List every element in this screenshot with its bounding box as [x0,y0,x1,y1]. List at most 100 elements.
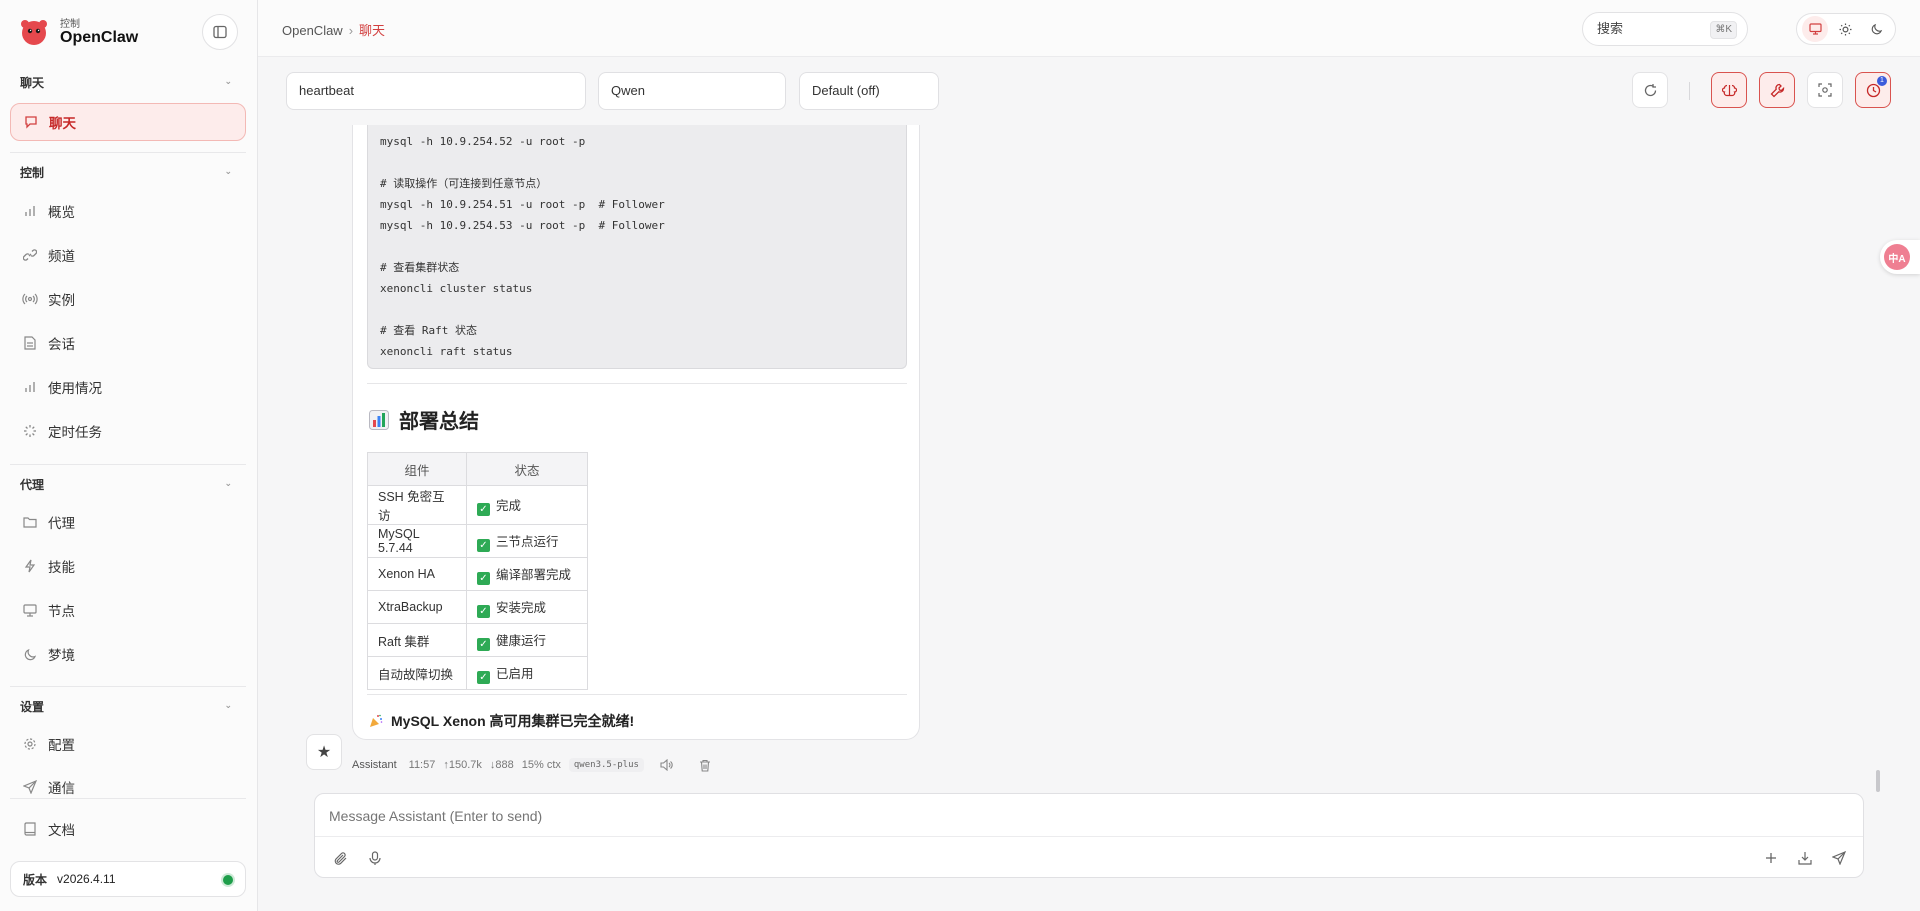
sidebar-item-agents[interactable]: 代理 [10,503,246,541]
theme-switcher [1796,13,1896,45]
table-cell: SSH 免密互访 [367,485,467,525]
party-popper-icon [370,714,383,727]
summary-heading: 部署总结 [369,405,479,434]
refresh-icon [1644,83,1656,96]
radio-icon [22,291,38,307]
new-session-button[interactable] [1759,846,1783,870]
model-select[interactable]: Qwen [598,72,786,110]
brand-name: OpenClaw [60,29,139,46]
table-cell: ✓ 已启用 [466,656,588,690]
checkmark-icon: ✓ [477,502,490,516]
gear-icon [22,736,38,752]
assistant-avatar: ★ [306,734,342,770]
section-chat[interactable]: 聊天 ⌄ [20,74,238,92]
version-value: v2026.4.11 [57,872,116,886]
microphone-icon [369,850,381,865]
status-text: 编译部署完成 [496,567,572,582]
sidebar-item-nodes[interactable]: 节点 [10,591,246,629]
sidebar-item-dreams[interactable]: 梦境 [10,635,246,673]
sidebar-item-docs[interactable]: 文档 [10,810,246,848]
table-header-component: 组件 [367,452,467,486]
version-indicator: 版本 v2026.4.11 [10,861,246,897]
notification-badge: 1 [1877,76,1887,86]
theme-dark-button[interactable] [1864,16,1890,42]
status-text: 已启用 [496,666,534,681]
section-settings[interactable]: 设置 ⌄ [20,698,238,716]
section-control[interactable]: 控制 ⌄ [20,164,238,182]
section-agents[interactable]: 代理 ⌄ [20,476,238,494]
cron-history-button[interactable]: 1 [1855,72,1891,108]
sidebar-item-instances[interactable]: 实例 [10,280,246,318]
search-button[interactable]: 搜索 ⌘K [1582,12,1748,46]
attach-button[interactable] [329,846,353,870]
checkmark-icon: ✓ [477,604,490,618]
export-button[interactable] [1793,846,1817,870]
speak-button[interactable] [660,759,673,771]
send-button[interactable] [1827,846,1851,870]
chevron-down-icon: ⌄ [224,478,232,488]
sidebar-item-channels[interactable]: 频道 [10,236,246,274]
paperclip-icon [334,851,347,865]
code-line: xenoncli raft status [380,345,513,358]
sidebar-item-skills[interactable]: 技能 [10,547,246,585]
sidebar-item-label: 通信 [48,781,75,796]
chat-icon [23,114,39,130]
table-cell: ✓ 三节点运行 [466,524,588,558]
bar-chart-emoji-icon [369,409,389,430]
sidebar-item-communication[interactable]: 通信 [10,768,246,806]
send-icon [1832,851,1846,865]
download-icon [1798,852,1812,865]
table-cell: 自动故障切换 [367,656,467,690]
code-line: # 查看集群状态 [380,261,460,274]
summary-title: 部署总结 [399,411,479,433]
table-cell: ✓ 健康运行 [466,623,588,657]
sidebar-item-label: 实例 [48,293,75,308]
chevron-down-icon: ⌄ [224,76,232,86]
voice-input-button[interactable] [363,846,387,870]
deployment-summary-table: 组件 状态 SSH 免密互访 ✓ 完成 MySQL 5.7.44 ✓ 三节点运行 X… [367,452,588,690]
table-cell: XtraBackup [367,590,467,624]
sidebar-collapse-button[interactable] [202,14,238,50]
session-select[interactable]: heartbeat [286,72,586,110]
top-header: OpenClaw › 聊天 搜索 ⌘K [258,0,1920,57]
bar-chart-icon [22,379,38,395]
sidebar-item-overview[interactable]: 概览 [10,192,246,230]
context-usage: 15% ctx [521,759,561,771]
translate-float-button[interactable]: 中A [1880,240,1920,274]
table-header-row: 组件 状态 [367,452,588,486]
sidebar-item-chat[interactable]: 聊天 [10,103,246,141]
theme-light-button[interactable] [1833,16,1859,42]
refresh-button[interactable] [1632,72,1668,108]
code-block[interactable]: mysql -h 10.9.254.52 -u root -p # 读取操作（可… [367,125,907,369]
link-icon [22,247,38,263]
moon-icon [1871,23,1882,35]
scrollbar-thumb[interactable] [1876,770,1880,792]
monitor-icon [1809,23,1822,35]
breadcrumb-root[interactable]: OpenClaw [282,23,343,38]
focus-mode-button[interactable] [1807,72,1843,108]
thinking-toggle-button[interactable] [1711,72,1747,108]
sidebar-item-config[interactable]: 配置 [10,725,246,763]
code-line: # 读取操作（可连接到任意节点） [380,177,548,190]
sidebar-item-cron-jobs[interactable]: 定时任务 [10,412,246,450]
thinking-select[interactable]: Default (off) [799,72,939,110]
sidebar-item-label: 聊天 [49,116,76,131]
sun-icon [1839,23,1852,35]
status-text: 三节点运行 [496,534,559,549]
table-cell: ✓ 安装完成 [466,590,588,624]
composer-divider [315,836,1863,837]
divider [367,383,907,384]
message-input[interactable] [329,808,1829,824]
sidebar-item-sessions[interactable]: 会话 [10,324,246,362]
folder-icon [22,514,38,530]
focus-icon [1818,83,1832,97]
theme-system-button[interactable] [1802,16,1829,42]
table-row: Xenon HA ✓ 编译部署完成 [367,557,588,591]
tools-toggle-button[interactable] [1759,72,1795,108]
section-label: 控制 [20,166,45,180]
delete-message-button[interactable] [699,759,711,772]
section-label: 代理 [20,478,45,492]
bar-chart-icon [22,203,38,219]
sidebar-item-usage[interactable]: 使用情况 [10,368,246,406]
